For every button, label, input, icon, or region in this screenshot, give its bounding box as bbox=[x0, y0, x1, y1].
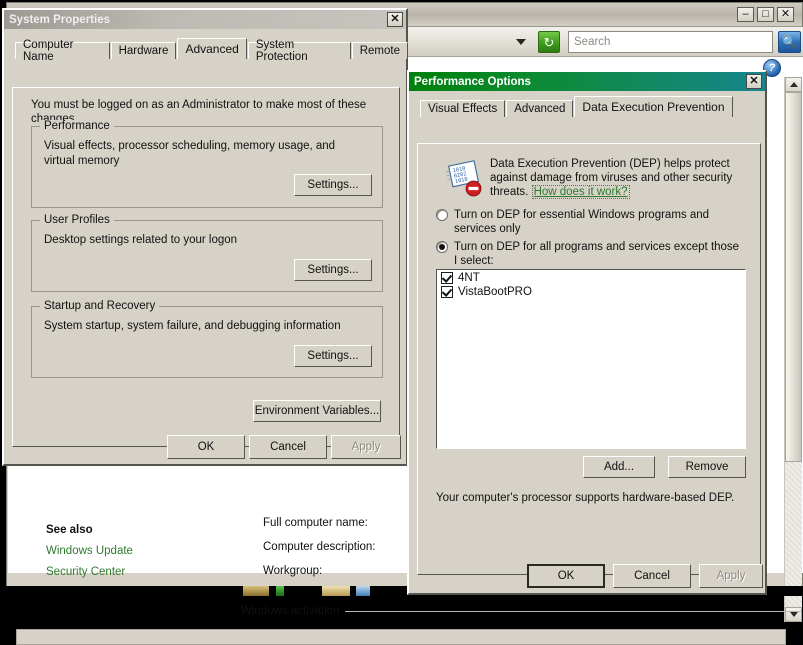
refresh-icon[interactable]: ↻ bbox=[538, 31, 560, 53]
system-properties-apply-button: Apply bbox=[331, 435, 401, 459]
dep-tab-panel: 1010 0202 1010 Data Execution Prevention… bbox=[417, 143, 761, 575]
dep-how-does-it-work-link[interactable]: How does it work? bbox=[531, 185, 630, 199]
taskbar-icon-2[interactable] bbox=[276, 586, 284, 596]
performance-options-ok-button[interactable]: OK bbox=[527, 564, 605, 588]
performance-group: Performance Visual effects, processor sc… bbox=[31, 120, 383, 208]
taskbar-icon-1[interactable] bbox=[243, 586, 269, 596]
performance-options-titlebar[interactable]: Performance Options ✕ bbox=[409, 72, 765, 91]
dep-option-all-except-row[interactable]: Turn on DEP for all programs and service… bbox=[436, 240, 741, 268]
windows-activation-label: Windows activation bbox=[241, 605, 340, 617]
list-item[interactable]: 4NT bbox=[437, 270, 745, 284]
vertical-scrollbar[interactable] bbox=[784, 77, 802, 622]
user-profiles-group-description: Desktop settings related to your logon bbox=[44, 234, 238, 246]
dep-option-all-except-label: Turn on DEP for all programs and service… bbox=[454, 241, 740, 267]
tab-hardware[interactable]: Hardware bbox=[110, 42, 177, 59]
checkbox-vistabootpro[interactable] bbox=[441, 286, 453, 298]
dep-add-button[interactable]: Add... bbox=[583, 456, 655, 478]
startup-recovery-group: Startup and Recovery System startup, sys… bbox=[31, 300, 383, 378]
performance-options-dialog: Performance Options ✕ Visual Effects Adv… bbox=[407, 70, 767, 595]
system-properties-dialog: System Properties ✕ Computer Name Hardwa… bbox=[2, 8, 408, 466]
radio-button-essential[interactable] bbox=[436, 209, 448, 221]
taskbar-icon-4[interactable] bbox=[356, 586, 370, 596]
scrollbar-thumb[interactable] bbox=[785, 92, 802, 462]
status-bar bbox=[16, 629, 786, 645]
system-properties-cancel-button[interactable]: Cancel bbox=[249, 435, 327, 459]
tab-data-execution-prevention[interactable]: Data Execution Prevention bbox=[574, 96, 733, 117]
chevron-down-icon[interactable] bbox=[516, 39, 526, 45]
startup-recovery-group-title: Startup and Recovery bbox=[40, 300, 160, 312]
link-windows-update[interactable]: Windows Update bbox=[46, 545, 266, 557]
taskbar-icon-3[interactable] bbox=[322, 586, 350, 596]
scrollbar-track[interactable] bbox=[785, 92, 802, 607]
close-icon[interactable]: ✕ bbox=[746, 74, 762, 89]
advanced-tab-panel: You must be logged on as an Administrato… bbox=[12, 87, 400, 447]
maximize-button[interactable]: □ bbox=[757, 7, 774, 22]
dep-option-essential-label: Turn on DEP for essential Windows progra… bbox=[454, 209, 710, 235]
user-profiles-group-title: User Profiles bbox=[40, 214, 114, 226]
list-item-label: 4NT bbox=[458, 272, 480, 284]
windows-activation-section: Windows activation bbox=[241, 605, 801, 617]
scroll-up-button[interactable] bbox=[785, 77, 802, 92]
tab-advanced[interactable]: Advanced bbox=[506, 100, 574, 117]
system-properties-titlebar[interactable]: System Properties ✕ bbox=[4, 10, 406, 29]
search-icon[interactable]: 🔍 bbox=[778, 31, 801, 53]
tab-remote[interactable]: Remote bbox=[351, 42, 408, 59]
performance-group-description: Visual effects, processor scheduling, me… bbox=[44, 140, 336, 167]
tab-computer-name[interactable]: Computer Name bbox=[15, 39, 110, 63]
performance-group-title: Performance bbox=[40, 120, 114, 132]
dep-option-essential-row[interactable]: Turn on DEP for essential Windows progra… bbox=[436, 208, 736, 236]
system-properties-title: System Properties bbox=[9, 13, 110, 26]
dep-exceptions-listbox[interactable]: 4NT VistaBootPRO bbox=[436, 269, 746, 449]
minimize-button[interactable]: – bbox=[737, 7, 754, 22]
dep-remove-button[interactable]: Remove bbox=[668, 456, 746, 478]
section-divider bbox=[345, 610, 801, 612]
system-properties-ok-button[interactable]: OK bbox=[167, 435, 245, 459]
dep-shield-icon: 1010 0202 1010 bbox=[446, 160, 482, 197]
user-profiles-settings-button[interactable]: Settings... bbox=[294, 259, 372, 281]
startup-recovery-group-description: System startup, system failure, and debu… bbox=[44, 320, 341, 332]
performance-options-title: Performance Options bbox=[414, 75, 531, 88]
close-icon[interactable]: ✕ bbox=[387, 12, 403, 27]
performance-options-apply-button: Apply bbox=[699, 564, 763, 588]
performance-settings-button[interactable]: Settings... bbox=[294, 174, 372, 196]
user-profiles-group: User Profiles Desktop settings related t… bbox=[31, 214, 383, 292]
radio-button-all-except[interactable] bbox=[436, 241, 448, 253]
performance-options-cancel-button[interactable]: Cancel bbox=[613, 564, 691, 588]
system-properties-tabstrip: Computer Name Hardware Advanced System P… bbox=[10, 38, 409, 63]
startup-recovery-settings-button[interactable]: Settings... bbox=[294, 345, 372, 367]
list-item[interactable]: VistaBootPRO bbox=[437, 284, 745, 298]
performance-options-tabstrip: Visual Effects Advanced Data Execution P… bbox=[415, 96, 770, 117]
tab-visual-effects[interactable]: Visual Effects bbox=[420, 100, 506, 117]
list-item-label: VistaBootPRO bbox=[458, 286, 532, 298]
checkbox-4nt[interactable] bbox=[441, 272, 453, 284]
see-also-heading: See also bbox=[46, 524, 93, 536]
search-input[interactable]: Search bbox=[568, 31, 773, 53]
tab-system-protection[interactable]: System Protection bbox=[247, 39, 351, 63]
tab-advanced[interactable]: Advanced bbox=[177, 38, 247, 59]
environment-variables-button[interactable]: Environment Variables... bbox=[253, 400, 381, 422]
link-security-center[interactable]: Security Center bbox=[46, 566, 266, 578]
dep-support-text: Your computer's processor supports hardw… bbox=[436, 492, 735, 504]
dep-description: Data Execution Prevention (DEP) helps pr… bbox=[490, 157, 740, 199]
close-button[interactable]: ✕ bbox=[777, 7, 794, 22]
